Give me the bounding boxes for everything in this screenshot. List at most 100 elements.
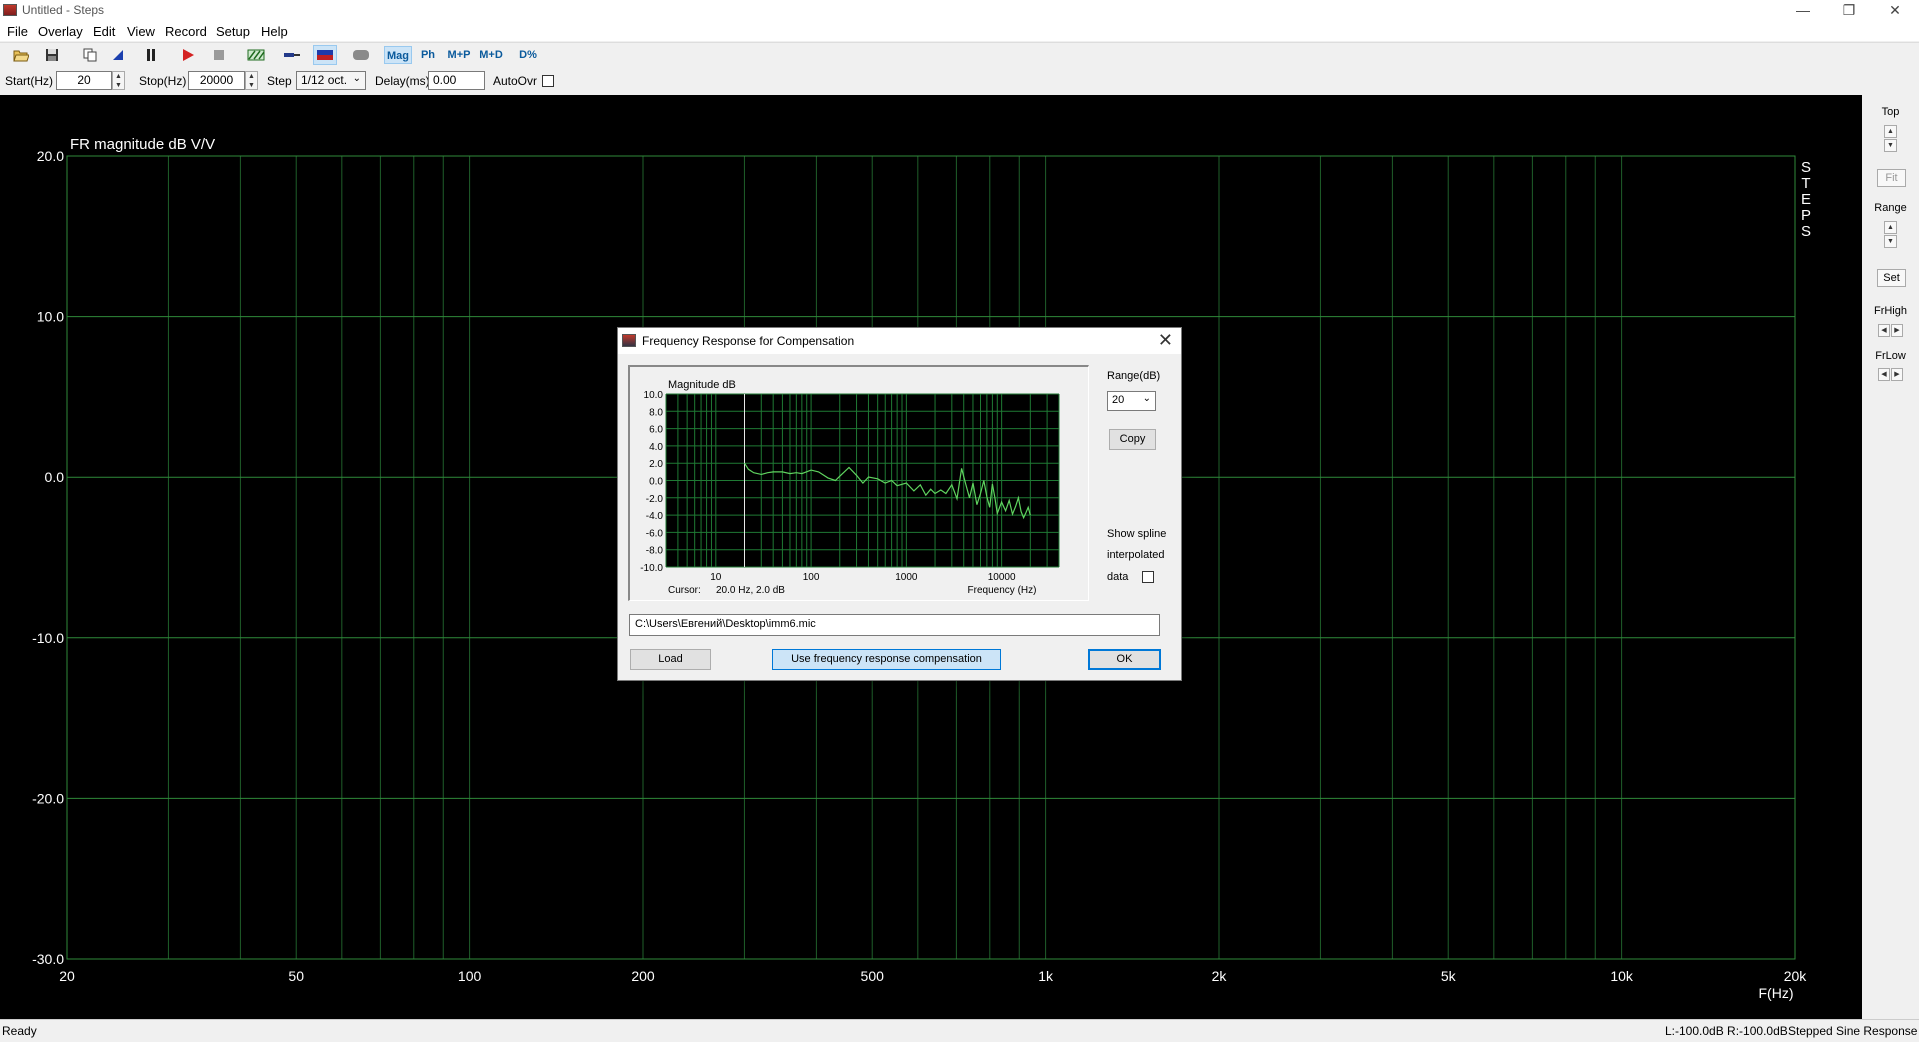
status-mode: Stepped Sine Response — [1788, 1024, 1918, 1038]
y-tick-label: 4.0 — [649, 442, 663, 453]
menu-file[interactable]: File — [7, 24, 28, 39]
minimize-button[interactable]: — — [1780, 0, 1826, 22]
menu-record[interactable]: Record — [165, 24, 207, 39]
copy-icon[interactable] — [79, 45, 101, 65]
open-icon[interactable] — [10, 45, 32, 65]
x-tick-label: 1k — [1038, 968, 1054, 984]
status-text: Ready — [2, 1024, 37, 1038]
y-tick-label: 6.0 — [649, 425, 663, 436]
spline-label-line3: data — [1107, 571, 1129, 583]
menu-overlay[interactable]: Overlay — [38, 24, 83, 39]
mode-mp-button[interactable]: M+P — [445, 46, 473, 64]
load-button[interactable]: Load — [630, 649, 711, 670]
x-tick-label: 5k — [1441, 968, 1457, 984]
mode-md-button[interactable]: M+D — [477, 46, 505, 64]
record-toggle-icon[interactable] — [349, 45, 373, 65]
play-icon[interactable] — [177, 45, 199, 65]
app-icon — [3, 4, 17, 16]
x-tick-label: 1000 — [895, 572, 918, 583]
spline-label-line1: Show spline — [1107, 528, 1167, 540]
stop-spinner[interactable]: ▲ ▼ — [245, 71, 258, 90]
x-tick-label: 10k — [1610, 968, 1634, 984]
top-down-button[interactable]: ▼ — [1884, 139, 1897, 152]
file-path-field[interactable]: C:\Users\Евгений\Desktop\imm6.mic — [629, 614, 1160, 636]
menu-bar: File Overlay Edit View Record Setup Help — [0, 22, 1919, 41]
compensation-chart: Magnitude dB 10.0 8.0 6.0 4.0 2.0 0.0 -2.0 -4.0 -… — [640, 379, 1060, 596]
menu-edit[interactable]: Edit — [93, 24, 115, 39]
frhigh-left-button[interactable]: ◀ — [1878, 324, 1890, 337]
menu-setup[interactable]: Setup — [216, 24, 250, 39]
y-tick-label: -2.0 — [646, 494, 664, 505]
range-down-button[interactable]: ▼ — [1884, 235, 1897, 248]
x-tick-label: 20 — [59, 968, 75, 984]
dialog-title-bar: Frequency Response for Compensation ✕ — [618, 328, 1181, 354]
channels-icon[interactable] — [313, 45, 337, 65]
side-label-letter: P — [1801, 207, 1811, 224]
range-label: Range — [1874, 202, 1907, 214]
probe-icon[interactable] — [281, 45, 303, 65]
marker-icon[interactable] — [107, 45, 129, 65]
y-tick-label: 0.0 — [45, 469, 65, 485]
x-tick-label: 100 — [458, 968, 482, 984]
x-tick-label: 50 — [288, 968, 304, 984]
mode-mag-button[interactable]: Mag — [384, 46, 412, 64]
set-button[interactable]: Set — [1877, 269, 1906, 287]
start-input[interactable]: 20 — [56, 71, 112, 90]
start-label: Start(Hz) — [5, 74, 53, 88]
start-spinner[interactable]: ▲ ▼ — [112, 71, 125, 90]
ok-button[interactable]: OK — [1088, 649, 1161, 670]
dialog-title: Frequency Response for Compensation — [642, 334, 855, 348]
range-db-select[interactable]: 20 ⌄ — [1107, 391, 1156, 411]
frlow-label: FrLow — [1875, 350, 1906, 362]
frlow-left-button[interactable]: ◀ — [1878, 368, 1890, 381]
y-tick-label: 10.0 — [644, 390, 664, 401]
mode-distortion-button[interactable]: D% — [514, 46, 542, 64]
y-tick-label: 10.0 — [37, 309, 64, 325]
menu-view[interactable]: View — [127, 24, 155, 39]
restore-button[interactable]: ❐ — [1826, 0, 1872, 22]
autoovr-checkbox[interactable] — [542, 75, 554, 87]
y-tick-label: -20.0 — [32, 790, 64, 806]
spline-checkbox[interactable] — [1142, 571, 1154, 583]
delay-label: Delay(ms) — [375, 74, 430, 88]
y-tick-label: -6.0 — [646, 528, 664, 539]
fit-button[interactable]: Fit — [1877, 169, 1906, 187]
chevron-down-icon: ⌄ — [352, 73, 361, 84]
use-compensation-button[interactable]: Use frequency response compensation — [772, 649, 1001, 670]
y-tick-label: -30.0 — [32, 951, 64, 967]
x-tick-label: 500 — [861, 968, 885, 984]
top-label: Top — [1881, 106, 1900, 118]
cursor-label: Cursor: — [668, 585, 701, 596]
close-button[interactable]: ✕ — [1872, 0, 1918, 22]
y-tick-label: 0.0 — [649, 477, 663, 488]
mode-ph-button[interactable]: Ph — [416, 46, 440, 64]
toolbar: Mag Ph M+P M+D D% — [0, 42, 1919, 66]
step-select[interactable]: 1/12 oct. ⌄ — [296, 71, 366, 90]
x-tick-label: 100 — [803, 572, 820, 583]
frlow-right-button[interactable]: ▶ — [1891, 368, 1903, 381]
chart-title: FR magnitude dB V/V — [70, 136, 215, 153]
frhigh-right-button[interactable]: ▶ — [1891, 324, 1903, 337]
menu-help[interactable]: Help — [261, 24, 288, 39]
delay-input[interactable]: 0.00 — [428, 71, 485, 90]
x-tick-label: 200 — [631, 968, 655, 984]
close-icon[interactable]: ✕ — [1158, 330, 1173, 351]
y-tick-label: -4.0 — [646, 511, 664, 522]
side-label-letter: E — [1801, 191, 1811, 208]
y-tick-label: 2.0 — [649, 459, 663, 470]
save-icon[interactable] — [41, 45, 63, 65]
dialog-app-icon — [622, 334, 636, 347]
pause-icon[interactable] — [140, 45, 162, 65]
x-axis-label: F(Hz) — [1759, 985, 1794, 1001]
stop-icon[interactable] — [208, 45, 230, 65]
side-label-letter: T — [1801, 175, 1810, 192]
stop-input[interactable]: 20000 — [188, 71, 245, 90]
top-up-button[interactable]: ▲ — [1884, 125, 1897, 138]
copy-button[interactable]: Copy — [1109, 429, 1156, 450]
range-up-button[interactable]: ▲ — [1884, 221, 1897, 234]
chevron-down-icon: ⌄ — [1142, 393, 1151, 404]
calibrate-icon[interactable] — [245, 45, 267, 65]
params-bar: Start(Hz) 20 ▲ ▼ Stop(Hz) 20000 ▲ ▼ Step 1… — [0, 69, 1919, 93]
chart-title: Magnitude dB — [668, 379, 736, 391]
stop-label: Stop(Hz) — [139, 74, 187, 88]
